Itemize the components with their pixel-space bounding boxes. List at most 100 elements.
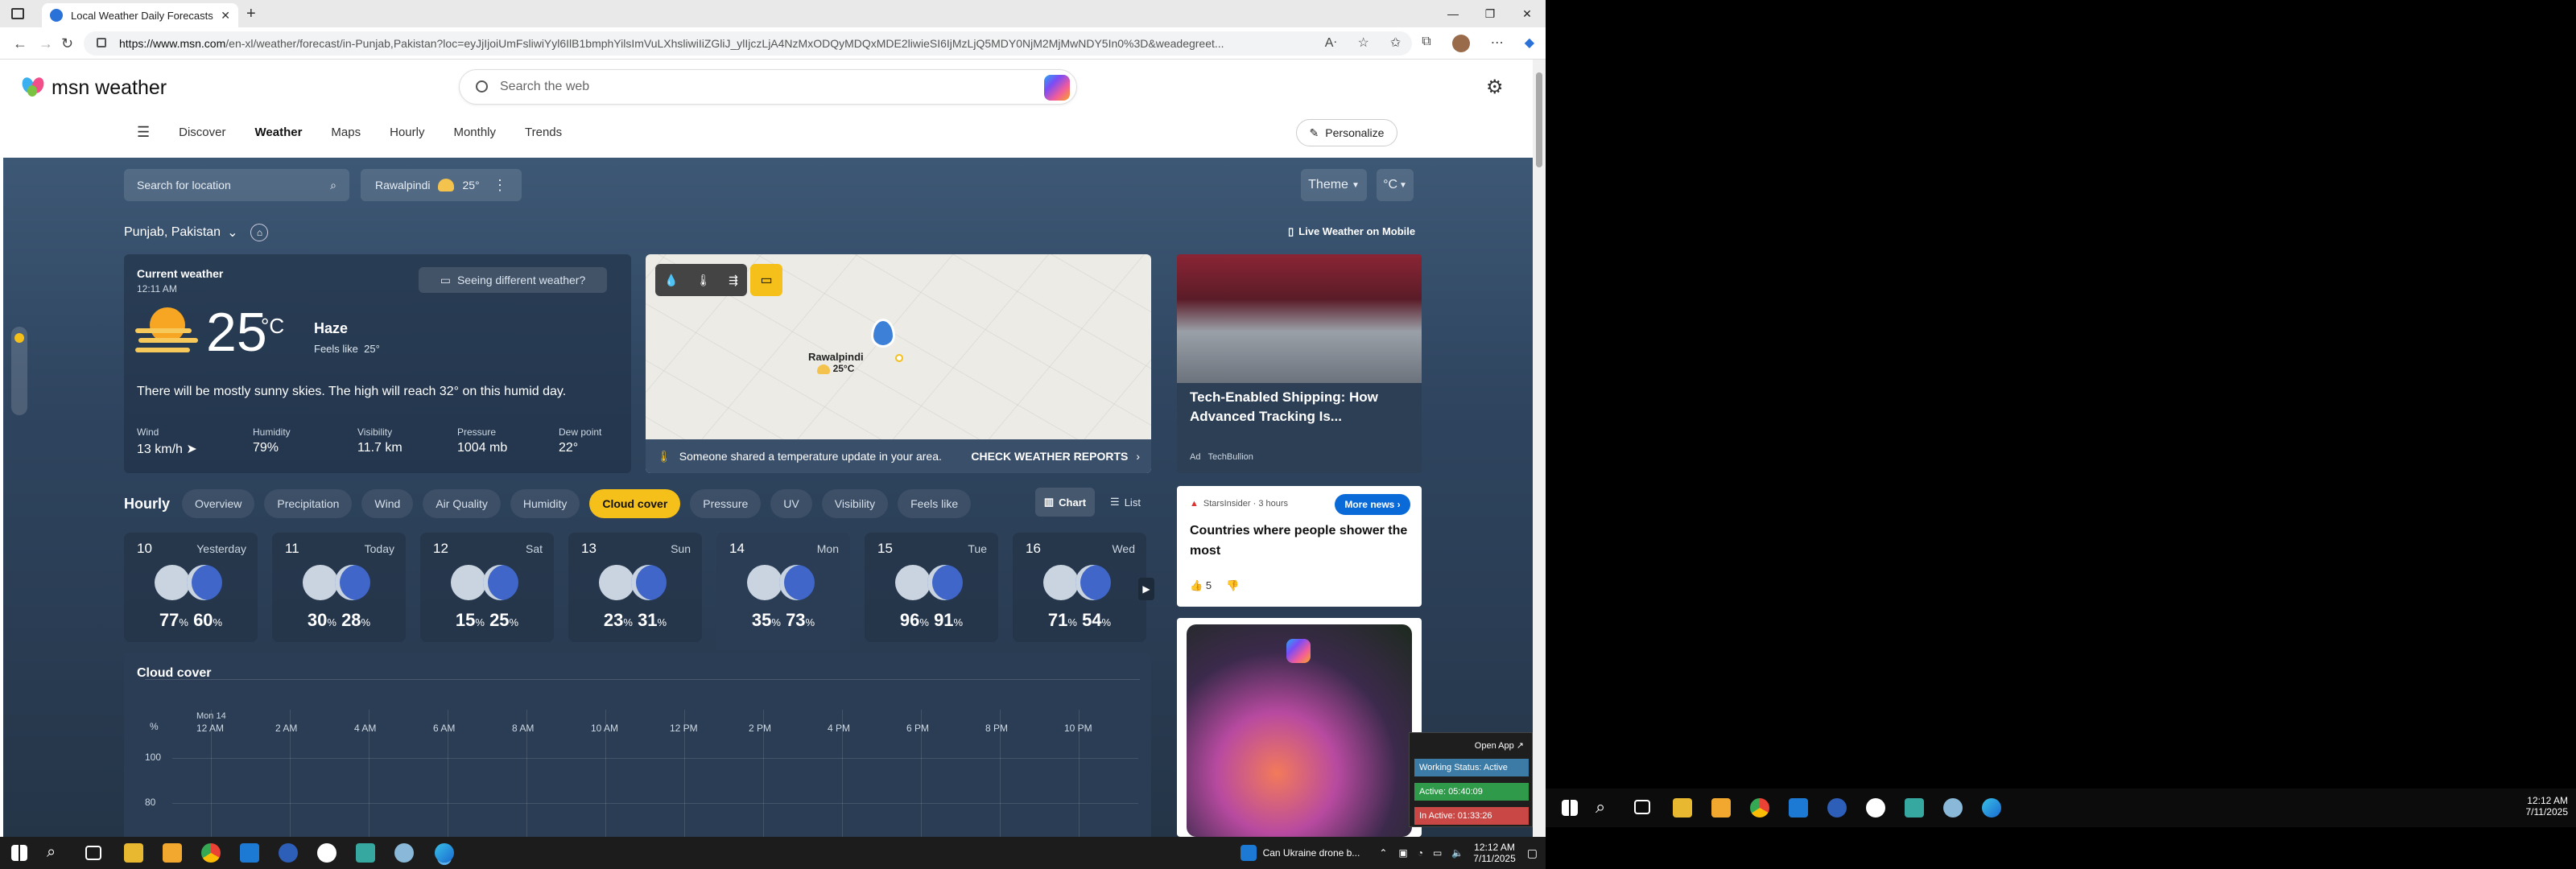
day-card[interactable]: 16 Wed 71% 54% xyxy=(1013,533,1146,642)
chart-view-button[interactable]: ▥ Chart xyxy=(1035,488,1095,517)
menu-discover[interactable]: Discover xyxy=(179,126,225,139)
tab-pressure[interactable]: Pressure xyxy=(690,489,762,518)
back-icon[interactable]: ← xyxy=(13,35,27,52)
day-card[interactable]: 10 Yesterday 77% 60% xyxy=(124,533,258,642)
list-view-button[interactable]: ☰ List xyxy=(1103,488,1148,517)
copilot-promo-card[interactable] xyxy=(1177,618,1422,837)
seeing-different-weather-button[interactable]: ▭ Seeing different weather? xyxy=(419,267,607,293)
forward-icon[interactable]: → xyxy=(39,35,53,52)
comments-layer-icon[interactable]: ▭ xyxy=(750,264,782,296)
file-explorer-icon[interactable] xyxy=(124,843,143,863)
tab-visibility[interactable]: Visibility xyxy=(821,489,889,518)
menu-hourly[interactable]: Hourly xyxy=(390,126,424,139)
wind-layer-icon[interactable]: ⇶ xyxy=(729,274,738,287)
temperature-layer-icon[interactable]: 🌡 xyxy=(696,274,711,287)
location-search-input[interactable]: Search for location ⌕ xyxy=(124,169,349,201)
region-selector[interactable]: Punjab, Pakistan ⌄ ⌂ xyxy=(124,224,269,241)
close-tab-icon[interactable]: ✕ xyxy=(221,9,230,23)
windows-start-icon[interactable] xyxy=(1562,800,1578,816)
favorites-icon[interactable]: ✩ xyxy=(1390,35,1401,52)
second-clock[interactable]: 12:12 AM 7/11/2025 xyxy=(2526,795,2569,818)
stat-humidity[interactable]: Humidity 79% xyxy=(253,426,291,455)
day-card[interactable]: 15 Tue 96% 91% xyxy=(865,533,998,642)
app3-icon[interactable] xyxy=(1943,798,1963,818)
weather-map[interactable]: 💧 🌡 ⇶ ▭ Rawalpindi 25°C 🌡 Someone shared… xyxy=(646,254,1151,473)
taskbar-news[interactable]: Can Ukraine drone b... xyxy=(1263,847,1360,859)
personalize-button[interactable]: ✎ Personalize xyxy=(1296,119,1397,146)
tab-actions-icon[interactable] xyxy=(11,8,24,19)
hamburger-menu-icon[interactable]: ☰ xyxy=(137,124,150,141)
app-icon[interactable] xyxy=(1866,798,1885,818)
wifi-icon[interactable]: ◔ xyxy=(1418,847,1423,859)
unit-dropdown[interactable]: °C ▼ xyxy=(1377,169,1414,201)
task-view-icon[interactable] xyxy=(1634,800,1650,814)
vscode-icon[interactable] xyxy=(1789,798,1808,818)
minimize-icon[interactable]: — xyxy=(1435,0,1472,27)
edge-icon[interactable] xyxy=(435,843,454,863)
location-pin-icon[interactable] xyxy=(871,319,895,348)
app2-icon[interactable] xyxy=(356,843,375,863)
tab-feels-like[interactable]: Feels like xyxy=(898,489,972,518)
more-icon[interactable]: ⋯ xyxy=(1491,35,1504,52)
search-taskbar-icon[interactable]: ⌕ xyxy=(1596,797,1615,817)
edge-icon[interactable] xyxy=(1982,798,2001,818)
notifications-icon[interactable]: ▢ xyxy=(1527,846,1538,860)
tray-chevron-icon[interactable]: ⌃ xyxy=(1379,847,1387,859)
menu-maps[interactable]: Maps xyxy=(331,126,361,139)
menu-trends[interactable]: Trends xyxy=(525,126,562,139)
theme-dropdown[interactable]: Theme ▼ xyxy=(1301,169,1367,201)
profile-avatar[interactable] xyxy=(1451,35,1470,52)
store-icon[interactable] xyxy=(1711,798,1731,818)
home-icon[interactable]: ⌂ xyxy=(250,224,269,241)
day-card[interactable]: 11 Today 30% 28% xyxy=(272,533,406,642)
browser-tab[interactable]: Local Weather Daily Forecasts, Ra ✕ xyxy=(42,3,238,27)
news-card-shower[interactable]: ▲ StarsInsider · 3 hours More news › Coun… xyxy=(1177,486,1422,607)
day-card[interactable]: 12 Sat 15% 25% xyxy=(420,533,554,642)
page-scrollbar[interactable] xyxy=(1533,60,1546,836)
new-tab-button[interactable]: + xyxy=(246,5,256,23)
read-aloud-icon[interactable]: Aᐧ xyxy=(1325,35,1337,52)
url-field[interactable]: https://www.msn.com/en-xl/weather/foreca… xyxy=(84,31,1412,56)
settings-gear-icon[interactable]: ⚙ xyxy=(1486,76,1504,99)
copilot-icon[interactable] xyxy=(1044,75,1070,101)
tab-wind[interactable]: Wind xyxy=(361,489,414,518)
search-taskbar-icon[interactable]: ⌕ xyxy=(47,843,66,863)
tray-app-icon[interactable]: ▣ xyxy=(1398,847,1407,859)
taskbar-clock[interactable]: 12:12 AM 7/11/2025 xyxy=(1473,842,1516,864)
store-icon[interactable] xyxy=(163,843,182,863)
side-rail[interactable] xyxy=(11,327,27,415)
like-button[interactable]: 👍 5 xyxy=(1190,579,1212,592)
chrome-icon[interactable] xyxy=(1750,798,1769,818)
location-search-icon[interactable]: ⌕ xyxy=(330,179,336,192)
more-options-icon[interactable]: ⋮ xyxy=(493,177,507,194)
tab-humidity[interactable]: Humidity xyxy=(510,489,580,518)
saved-location-chip[interactable]: Rawalpindi 25° ⋮ xyxy=(361,169,522,201)
maximize-icon[interactable]: ❐ xyxy=(1472,0,1509,27)
file-explorer-icon[interactable] xyxy=(1673,798,1692,818)
close-window-icon[interactable]: ✕ xyxy=(1509,0,1546,27)
chrome-icon[interactable] xyxy=(201,843,221,863)
check-reports-link[interactable]: CHECK WEATHER REPORTS xyxy=(971,450,1128,463)
volume-icon[interactable]: 🔈 xyxy=(1451,847,1463,859)
vscode-icon[interactable] xyxy=(240,843,259,863)
zoom-icon[interactable] xyxy=(1827,798,1847,818)
tab-precipitation[interactable]: Precipitation xyxy=(264,489,353,518)
precipitation-layer-icon[interactable]: 💧 xyxy=(664,274,678,287)
scrollbar-thumb[interactable] xyxy=(1536,72,1542,167)
live-mobile-link[interactable]: ▯ Live Weather on Mobile xyxy=(1288,225,1415,238)
app2-icon[interactable] xyxy=(1905,798,1924,818)
stat-visibility[interactable]: Visibility 11.7 km xyxy=(357,426,402,455)
map-banner[interactable]: 🌡 Someone shared a temperature update in… xyxy=(646,439,1151,473)
next-days-arrow-icon[interactable]: ▶ xyxy=(1138,578,1154,600)
app-icon[interactable] xyxy=(317,843,336,863)
day-card[interactable]: 13 Sun 23% 31% xyxy=(568,533,702,642)
task-view-icon[interactable] xyxy=(85,846,101,860)
stat-pressure[interactable]: Pressure 1004 mb xyxy=(457,426,507,455)
web-search-input[interactable]: Search the web xyxy=(459,69,1077,105)
stat-wind[interactable]: Wind 13 km/h ➤ xyxy=(137,426,197,457)
zoom-icon[interactable] xyxy=(279,843,298,863)
tab-cloud-cover[interactable]: Cloud cover xyxy=(589,489,681,518)
day-card[interactable]: 14 Mon 35% 73% xyxy=(716,533,850,650)
favorite-star-icon[interactable]: ☆ xyxy=(1358,35,1369,52)
app3-icon[interactable] xyxy=(394,843,414,863)
